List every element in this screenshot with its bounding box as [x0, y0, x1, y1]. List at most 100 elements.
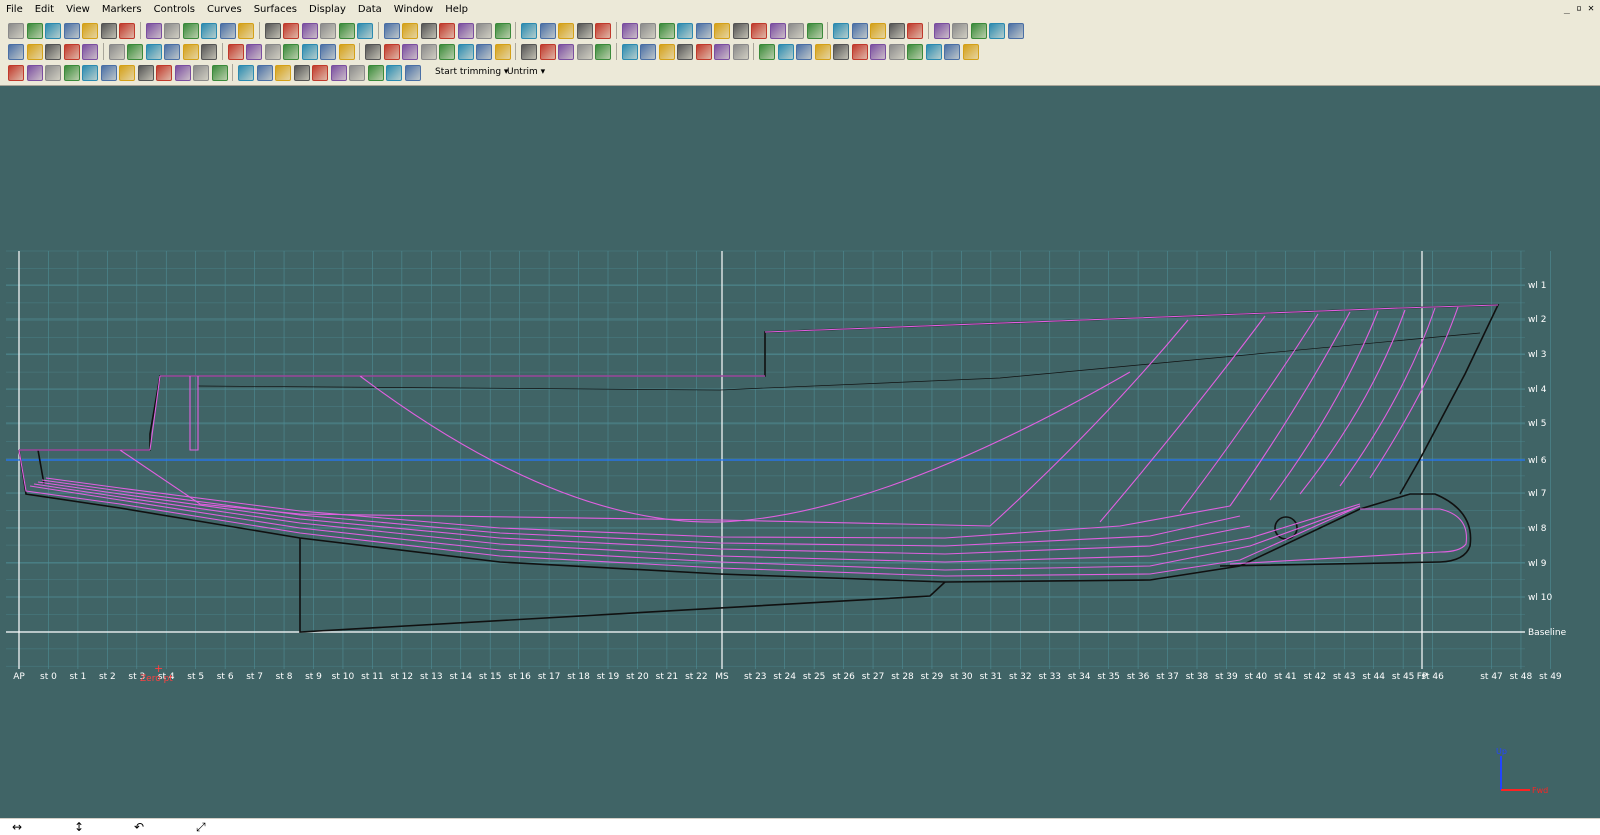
- toolbar-tool-icon[interactable]: [539, 44, 556, 60]
- toolbar-tool-icon[interactable]: [119, 23, 135, 39]
- toolbar-tool-icon[interactable]: [851, 23, 868, 39]
- toolbar-tool-icon[interactable]: [182, 44, 199, 60]
- toolbar-tool-icon[interactable]: [367, 65, 384, 81]
- toolbar-tool-icon[interactable]: [82, 23, 98, 39]
- toolbar-tool-icon[interactable]: [246, 44, 262, 60]
- hull-profile-drawing[interactable]: wl 1 wl 2 wl 3 wl 4 wl 5 wl 6 wl 7 wl 8 wl 9 wl 1…: [0, 86, 1600, 818]
- toolbar-tool-icon[interactable]: [576, 23, 593, 39]
- toolbar-tool-icon[interactable]: [658, 23, 675, 39]
- toolbar-tool-icon[interactable]: [127, 44, 143, 60]
- toolbar-tool-icon[interactable]: [714, 44, 730, 60]
- toolbar-tool-icon[interactable]: [211, 65, 228, 81]
- toolbar-tool-icon[interactable]: [45, 65, 61, 81]
- toolbar-tool-icon[interactable]: [769, 23, 786, 39]
- toolbar-tool-icon[interactable]: [759, 44, 775, 60]
- toolbar-tool-icon[interactable]: [640, 23, 656, 39]
- toolbar-tool-icon[interactable]: [404, 65, 421, 81]
- menu-controls[interactable]: Controls: [148, 0, 201, 20]
- toolbar-tool-icon[interactable]: [476, 44, 492, 60]
- toolbar-tool-icon[interactable]: [695, 23, 712, 39]
- toolbar-tool-icon[interactable]: [349, 65, 365, 81]
- toolbar-tool-icon[interactable]: [219, 23, 236, 39]
- toolbar-tool-icon[interactable]: [925, 44, 942, 60]
- pan-vertical-icon[interactable]: ↕: [74, 819, 84, 835]
- toolbar-tool-icon[interactable]: [8, 44, 24, 60]
- toolbar-tool-icon[interactable]: [312, 65, 328, 81]
- toolbar-tool-icon[interactable]: [595, 23, 611, 39]
- toolbar-tool-icon[interactable]: [145, 23, 162, 39]
- toolbar-tool-icon[interactable]: [833, 23, 849, 39]
- toolbar-tool-icon[interactable]: [256, 65, 273, 81]
- toolbar-tool-icon[interactable]: [640, 44, 656, 60]
- toolbar-tool-icon[interactable]: [238, 65, 254, 81]
- close-icon[interactable]: ✕: [1588, 3, 1594, 14]
- toolbar-tool-icon[interactable]: [558, 44, 574, 60]
- toolbar-tool-icon[interactable]: [714, 23, 730, 39]
- menu-markers[interactable]: Markers: [96, 0, 148, 20]
- toolbar-tool-icon[interactable]: [796, 44, 812, 60]
- toolbar-tool-icon[interactable]: [970, 23, 987, 39]
- drawing-viewport[interactable]: wl 1 wl 2 wl 3 wl 4 wl 5 wl 6 wl 7 wl 8 wl 9 wl 1…: [0, 86, 1600, 818]
- rotate-view-icon[interactable]: ↶: [134, 819, 144, 835]
- toolbar-tool-icon[interactable]: [386, 65, 402, 81]
- toolbar-tool-icon[interactable]: [833, 44, 849, 60]
- toolbar-tool-icon[interactable]: [420, 23, 437, 39]
- toolbar-tool-icon[interactable]: [476, 23, 492, 39]
- toolbar-tool-icon[interactable]: [907, 23, 923, 39]
- toolbar-tool-icon[interactable]: [283, 23, 299, 39]
- toolbar-tool-icon[interactable]: [402, 44, 418, 60]
- menu-data[interactable]: Data: [352, 0, 388, 20]
- toolbar-tool-icon[interactable]: [100, 65, 117, 81]
- toolbar-tool-icon[interactable]: [320, 23, 336, 39]
- toolbar-tool-icon[interactable]: [26, 44, 43, 60]
- toolbar-tool-icon[interactable]: [26, 65, 43, 81]
- toolbar-tool-icon[interactable]: [677, 23, 693, 39]
- toolbar-tool-icon[interactable]: [621, 23, 638, 39]
- toolbar-tool-icon[interactable]: [521, 23, 537, 39]
- toolbar-tool-icon[interactable]: [283, 44, 299, 60]
- toolbar-tool-icon[interactable]: [962, 44, 979, 60]
- toolbar-tool-icon[interactable]: [907, 44, 923, 60]
- toolbar-tool-icon[interactable]: [521, 44, 537, 60]
- toolbar-tool-icon[interactable]: [494, 23, 511, 39]
- toolbar-tool-icon[interactable]: [82, 65, 98, 81]
- menu-view[interactable]: View: [60, 0, 96, 20]
- toolbar-tool-icon[interactable]: [338, 23, 355, 39]
- toolbar-tool-icon[interactable]: [576, 44, 593, 60]
- menu-surfaces[interactable]: Surfaces: [248, 0, 303, 20]
- menu-help[interactable]: Help: [439, 0, 474, 20]
- toolbar-tool-icon[interactable]: [119, 65, 135, 81]
- untrim-dropdown[interactable]: Untrim ▾: [504, 65, 548, 80]
- toolbar-tool-icon[interactable]: [751, 23, 767, 39]
- toolbar-tool-icon[interactable]: [293, 65, 310, 81]
- toolbar-tool-icon[interactable]: [275, 65, 291, 81]
- toolbar-tool-icon[interactable]: [933, 23, 950, 39]
- toolbar-tool-icon[interactable]: [457, 44, 474, 60]
- toolbar-tool-icon[interactable]: [677, 44, 693, 60]
- toolbar-tool-icon[interactable]: [732, 44, 749, 60]
- toolbar-tool-icon[interactable]: [457, 23, 474, 39]
- toolbar-tool-icon[interactable]: [264, 23, 281, 39]
- restore-icon[interactable]: ▫: [1576, 3, 1582, 14]
- toolbar-tool-icon[interactable]: [494, 44, 511, 60]
- toolbar-tool-icon[interactable]: [595, 44, 611, 60]
- toolbar-tool-icon[interactable]: [227, 44, 244, 60]
- toolbar-tool-icon[interactable]: [63, 44, 80, 60]
- toolbar-tool-icon[interactable]: [164, 23, 180, 39]
- toolbar-tool-icon[interactable]: [788, 23, 804, 39]
- toolbar-tool-icon[interactable]: [238, 23, 254, 39]
- toolbar-tool-icon[interactable]: [732, 23, 749, 39]
- toolbar-tool-icon[interactable]: [201, 23, 217, 39]
- toolbar-tool-icon[interactable]: [814, 44, 831, 60]
- toolbar-tool-icon[interactable]: [193, 65, 209, 81]
- toolbar-tool-icon[interactable]: [870, 44, 886, 60]
- toolbar-tool-icon[interactable]: [201, 44, 217, 60]
- toolbar-tool-icon[interactable]: [851, 44, 868, 60]
- toolbar-tool-icon[interactable]: [45, 44, 61, 60]
- toolbar-tool-icon[interactable]: [402, 23, 418, 39]
- start-trimming-dropdown[interactable]: Start trimming ▾: [432, 65, 511, 80]
- toolbar-tool-icon[interactable]: [383, 23, 400, 39]
- toolbar-tool-icon[interactable]: [82, 44, 98, 60]
- toolbar-tool-icon[interactable]: [8, 65, 24, 81]
- toolbar-tool-icon[interactable]: [944, 44, 960, 60]
